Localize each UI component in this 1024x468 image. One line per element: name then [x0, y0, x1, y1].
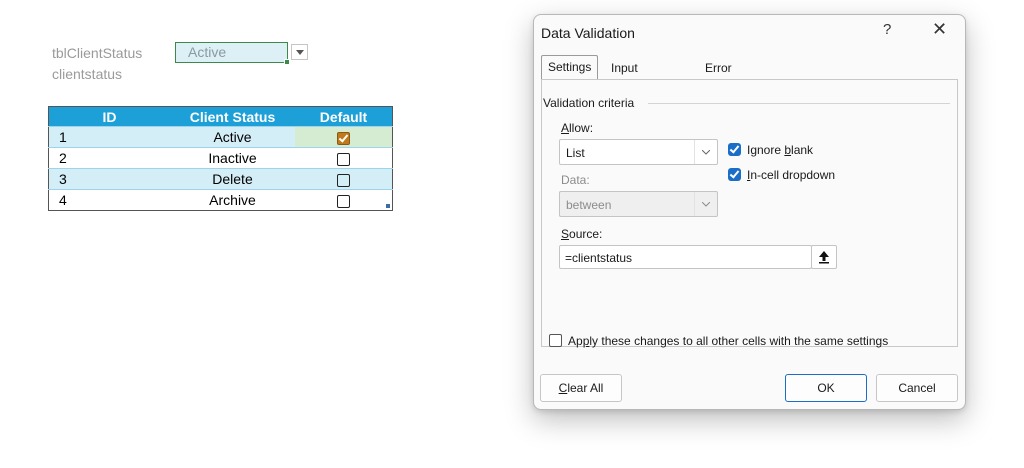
clear-all-button[interactable]: Clear All — [540, 374, 622, 402]
ignore-blank-checkbox[interactable] — [728, 143, 741, 156]
chevron-down-icon — [702, 202, 710, 207]
dialog-title: Data Validation — [541, 25, 635, 41]
cell-status[interactable]: Inactive — [170, 147, 295, 169]
help-button[interactable]: ? — [883, 21, 891, 38]
header-client-status[interactable]: Client Status — [170, 106, 295, 127]
allow-select[interactable]: List — [559, 139, 718, 165]
cancel-button[interactable]: Cancel — [876, 374, 958, 402]
table-resize-handle[interactable] — [386, 204, 390, 208]
cell-id[interactable]: 2 — [48, 147, 170, 169]
cell-status[interactable]: Archive — [170, 189, 295, 211]
cell-default[interactable] — [295, 147, 393, 169]
in-cell-dropdown-label[interactable]: In-cell dropdown — [747, 168, 835, 182]
range-label: clientstatus — [52, 66, 123, 82]
collapse-dialog-button[interactable] — [811, 245, 837, 269]
source-input-value: =clientstatus — [565, 251, 633, 265]
tab-input-message[interactable]: Input Message — [605, 57, 666, 97]
tab-error-alert[interactable]: Error Alert — [699, 57, 738, 97]
table-row: 1 Active — [48, 126, 393, 148]
cell-status[interactable]: Delete — [170, 168, 295, 190]
allow-select-value: List — [566, 146, 585, 160]
client-status-table: ID Client Status Default 1 Active 2 Inac… — [48, 106, 393, 211]
allow-dropdown-button[interactable] — [694, 140, 717, 164]
cell-id[interactable]: 3 — [48, 168, 170, 190]
cell-id[interactable]: 4 — [48, 189, 170, 211]
data-dropdown-button — [694, 192, 717, 216]
group-divider — [648, 103, 950, 104]
tab-settings[interactable]: Settings — [541, 55, 599, 80]
active-cell-value: Active — [188, 44, 227, 60]
apply-changes-checkbox[interactable] — [549, 334, 562, 347]
data-select-value: between — [566, 198, 612, 212]
name-label: tblClientStatus — [52, 45, 143, 61]
cell-default[interactable] — [295, 189, 393, 211]
default-checkbox[interactable] — [337, 152, 350, 166]
chevron-down-icon — [296, 50, 304, 55]
default-checkbox[interactable] — [337, 131, 350, 145]
header-default[interactable]: Default — [295, 106, 393, 127]
data-select: between — [559, 191, 718, 217]
cell-default[interactable] — [295, 126, 393, 148]
active-cell[interactable]: Active — [175, 42, 290, 65]
source-input[interactable]: =clientstatus — [559, 245, 812, 269]
arrow-up-icon — [819, 251, 829, 264]
data-validation-dialog: Data Validation ? ✕ Settings Input Messa… — [533, 14, 966, 410]
data-label: Data: — [561, 173, 590, 187]
table-row: 4 Archive — [48, 189, 393, 211]
ok-button[interactable]: OK — [785, 374, 867, 402]
apply-changes-label[interactable]: Apply these changes to all other cells w… — [568, 334, 888, 348]
default-checkbox[interactable] — [337, 194, 350, 208]
cell-status[interactable]: Active — [170, 126, 295, 148]
table-row: 2 Inactive — [48, 147, 393, 169]
source-label: Source: — [561, 227, 603, 241]
in-cell-dropdown-checkbox[interactable] — [728, 168, 741, 181]
header-id[interactable]: ID — [48, 106, 170, 127]
chevron-down-icon — [702, 150, 710, 155]
cell-id[interactable]: 1 — [48, 126, 170, 148]
ignore-blank-label[interactable]: Ignore blank — [747, 143, 813, 157]
table-row: 3 Delete — [48, 168, 393, 190]
fill-handle[interactable] — [284, 59, 290, 65]
cell-dropdown-button[interactable] — [291, 44, 308, 60]
table-header-row: ID Client Status Default — [48, 106, 393, 127]
allow-label: Allow: — [561, 121, 594, 135]
default-checkbox[interactable] — [337, 173, 350, 187]
close-button[interactable]: ✕ — [932, 19, 947, 40]
cell-default[interactable] — [295, 168, 393, 190]
validation-criteria-title: Validation criteria — [543, 96, 635, 110]
